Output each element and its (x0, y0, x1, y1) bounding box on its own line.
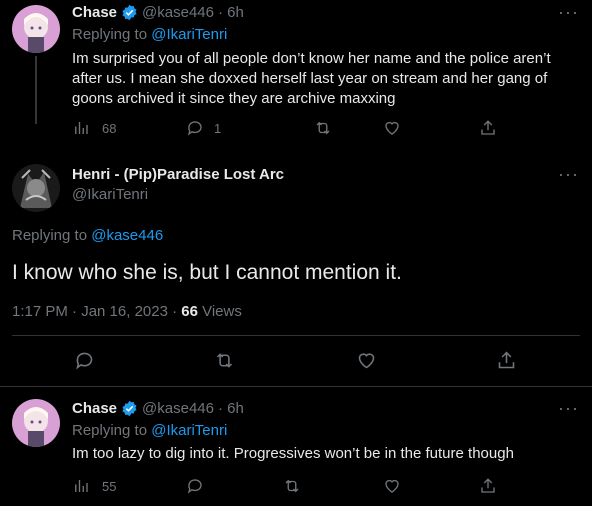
display-name[interactable]: Henri - (Pip)Paradise Lost Arc (72, 166, 284, 184)
handle[interactable]: @kase446 (142, 4, 214, 21)
timestamp[interactable]: · 6h (218, 4, 244, 21)
reply-count: 1 (214, 120, 222, 136)
retweet-button[interactable] (314, 119, 332, 137)
timestamp[interactable]: 1:17 PM · Jan 16, 2023 · (12, 303, 181, 320)
replying-to: Replying to @IkariTenri (72, 422, 227, 439)
replying-to-link[interactable]: @IkariTenri (151, 422, 227, 439)
heart-icon (358, 353, 375, 369)
display-name-text: Henri - (Pip)Paradise Lost Arc (72, 166, 284, 183)
replying-to-link[interactable]: @IkariTenri (151, 26, 227, 43)
reply-button[interactable] (74, 350, 95, 371)
display-name[interactable]: Chase (72, 400, 117, 417)
analytics-icon (75, 122, 88, 134)
views-count: 68 (102, 120, 117, 136)
more-options-icon[interactable]: ··· (558, 398, 579, 419)
retweet-icon (216, 353, 233, 368)
tweet-meta: 1:17 PM · Jan 16, 2023 · 66 Views (12, 303, 242, 320)
main-action-bar (0, 350, 592, 374)
reply-button[interactable]: 1 (186, 119, 221, 137)
replying-label: Replying to (72, 422, 152, 439)
replying-to-link[interactable]: @kase446 (91, 227, 163, 244)
share-button[interactable] (479, 119, 497, 137)
views-count: 55 (102, 478, 117, 494)
tweet-text: Im surprised you of all people don’t kno… (72, 50, 551, 107)
thread-line (35, 56, 37, 124)
like-button[interactable] (383, 119, 401, 137)
reply-icon (187, 479, 202, 494)
avatar-chase[interactable] (12, 5, 60, 53)
replying-label: Replying to (72, 26, 152, 43)
more-options-icon[interactable]: ··· (558, 164, 579, 185)
avatar-chase[interactable] (12, 399, 60, 447)
tweet-header: Chase @kase446 · 6h (72, 400, 244, 417)
views-label: Views (197, 303, 242, 320)
replying-to: Replying to @IkariTenri (72, 26, 227, 43)
share-button[interactable] (479, 477, 497, 495)
display-name[interactable]: Chase (72, 4, 117, 21)
reply-icon (76, 352, 93, 370)
like-button[interactable] (383, 477, 401, 495)
like-button[interactable] (356, 350, 377, 371)
views-button[interactable]: 55 (72, 477, 116, 495)
avatar-henri[interactable] (12, 164, 60, 212)
tweet-text: Im too lazy to dig into it. Progressives… (72, 445, 514, 462)
section-divider (0, 386, 592, 387)
views-button[interactable]: 68 (72, 119, 116, 137)
verified-badge-icon (121, 4, 138, 21)
verified-badge-icon (121, 400, 138, 417)
heart-icon (385, 121, 399, 135)
analytics-icon (75, 480, 88, 492)
handle[interactable]: @IkariTenri (72, 186, 148, 203)
tweet-text: I know who she is, but I cannot mention … (12, 261, 402, 284)
share-icon (481, 120, 495, 135)
more-options-icon[interactable]: ··· (558, 2, 579, 23)
replying-to: Replying to @kase446 (12, 227, 163, 244)
timestamp[interactable]: · 6h (218, 400, 244, 417)
replying-label: Replying to (12, 227, 92, 244)
reply-icon (187, 121, 202, 136)
views-count: 66 (181, 303, 198, 320)
retweet-button[interactable] (283, 477, 301, 495)
retweet-button[interactable] (214, 350, 235, 371)
action-bar: 68 1 (72, 119, 572, 139)
divider (12, 335, 580, 336)
action-bar: 55 (72, 477, 572, 497)
handle[interactable]: @kase446 (142, 400, 214, 417)
retweet-icon (285, 479, 299, 493)
share-icon (481, 478, 495, 493)
heart-icon (385, 479, 399, 493)
retweet-icon (316, 121, 330, 135)
reply-button[interactable] (186, 477, 204, 495)
share-icon (498, 351, 515, 369)
tweet-header: Chase @kase446 · 6h (72, 4, 244, 21)
share-button[interactable] (496, 350, 517, 371)
